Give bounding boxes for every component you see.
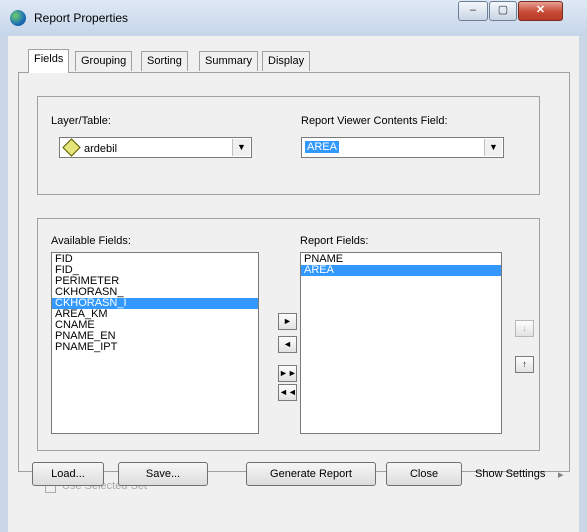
layer-group: Layer/Table: ardebil ▼ Report Viewer Con… bbox=[37, 96, 540, 195]
list-item[interactable]: PNAME_IPT bbox=[52, 342, 258, 353]
save-button[interactable]: Save... bbox=[118, 462, 208, 486]
available-fields-list[interactable]: FID FID_ PERIMETER CKHORASN_ CKHORASN_I … bbox=[51, 252, 259, 434]
layer-table-value: ardebil bbox=[84, 143, 118, 155]
report-fields-label: Report Fields: bbox=[300, 235, 369, 247]
tab-summary[interactable]: Summary bbox=[199, 51, 259, 71]
fields-tab-panel: Layer/Table: ardebil ▼ Report Viewer Con… bbox=[18, 72, 570, 493]
minimize-button[interactable]: – bbox=[458, 1, 488, 21]
dialog-client: Fields Grouping Sorting Summary Display … bbox=[8, 36, 579, 532]
maximize-button[interactable]: ▢ bbox=[489, 1, 517, 21]
available-fields-label: Available Fields: bbox=[51, 235, 131, 247]
contents-field-combo[interactable]: AREA ▼ bbox=[301, 137, 504, 158]
remove-field-button[interactable]: ◄ bbox=[278, 336, 297, 353]
move-down-button[interactable]: ↓ bbox=[515, 320, 534, 337]
layer-table-combo[interactable]: ardebil ▼ bbox=[59, 137, 252, 158]
close-window-button[interactable]: ✕ bbox=[518, 1, 563, 21]
add-all-fields-button[interactable]: ►► bbox=[278, 365, 297, 382]
report-fields-list[interactable]: PNAME AREA bbox=[300, 252, 502, 434]
remove-all-fields-button[interactable]: ◄◄ bbox=[278, 384, 297, 401]
fields-group: Available Fields: FID FID_ PERIMETER CKH… bbox=[37, 218, 540, 451]
globe-app-icon bbox=[10, 10, 26, 26]
load-button[interactable]: Load... bbox=[32, 462, 104, 486]
tab-grouping[interactable]: Grouping bbox=[75, 51, 133, 71]
chevron-down-icon[interactable]: ▼ bbox=[232, 139, 250, 156]
list-item[interactable]: AREA bbox=[301, 265, 501, 276]
close-button[interactable]: Close bbox=[386, 462, 462, 486]
chevron-down-icon[interactable]: ▼ bbox=[484, 139, 502, 156]
contents-field-value: AREA bbox=[305, 141, 339, 153]
move-up-button[interactable]: ↑ bbox=[515, 356, 534, 373]
diamond-layer-icon bbox=[62, 138, 81, 157]
contents-field-label: Report Viewer Contents Field: bbox=[301, 115, 448, 127]
title-bar: Report Properties – ▢ ✕ bbox=[0, 0, 587, 36]
expand-arrow-icon[interactable]: ▸ bbox=[558, 468, 564, 481]
tab-display[interactable]: Display bbox=[262, 51, 311, 71]
layer-table-label: Layer/Table: bbox=[51, 115, 111, 127]
tab-fields[interactable]: Fields bbox=[28, 49, 70, 73]
list-item[interactable]: FID bbox=[52, 254, 258, 265]
add-field-button[interactable]: ► bbox=[278, 313, 297, 330]
show-settings-label[interactable]: Show Settings bbox=[475, 468, 545, 480]
window-title: Report Properties bbox=[34, 11, 129, 25]
tab-sorting[interactable]: Sorting bbox=[141, 51, 188, 71]
generate-report-button[interactable]: Generate Report bbox=[246, 462, 376, 486]
